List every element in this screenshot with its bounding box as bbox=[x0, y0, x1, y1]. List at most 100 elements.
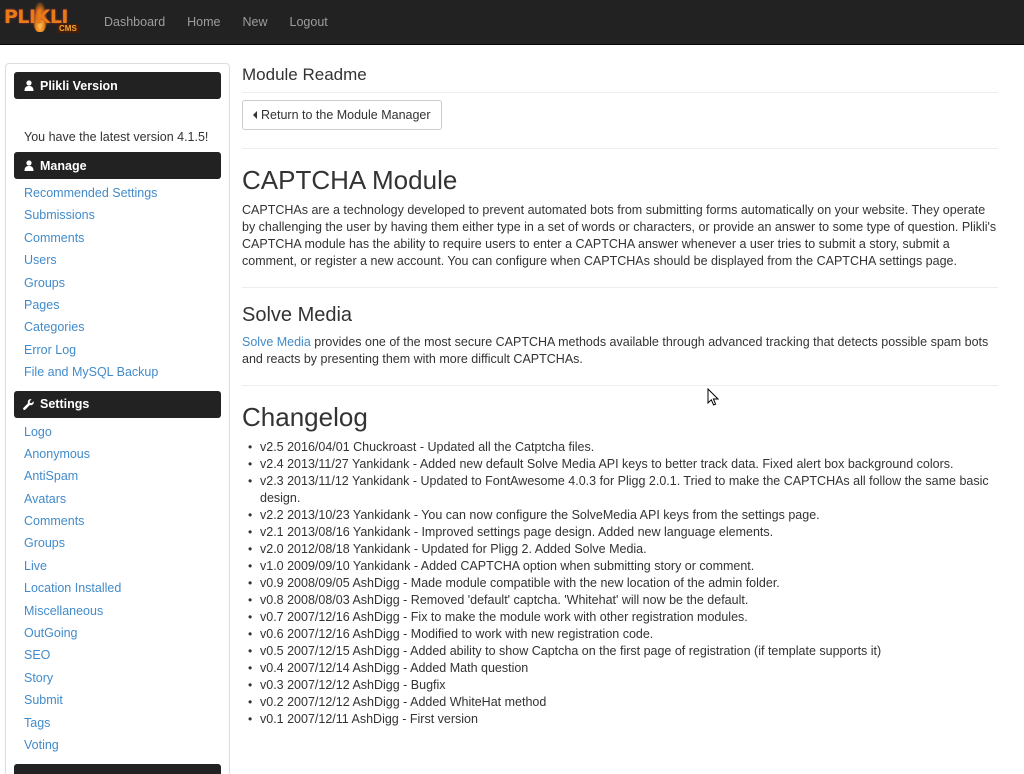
solve-media-description: Solve Media provides one of the most sec… bbox=[242, 334, 998, 368]
list-item: Miscellaneous bbox=[24, 600, 211, 622]
changelog-item: v1.0 2009/09/10 Yankidank - Added CAPTCH… bbox=[248, 558, 998, 575]
manage-users[interactable]: Users bbox=[24, 253, 57, 267]
manage-error-log[interactable]: Error Log bbox=[24, 343, 76, 357]
settings-list: Logo Anonymous AntiSpam Avatars Comments… bbox=[6, 421, 229, 757]
list-item: OutGoing bbox=[24, 622, 211, 644]
settings-outgoing[interactable]: OutGoing bbox=[24, 626, 78, 640]
list-item: File and MySQL Backup bbox=[24, 361, 211, 383]
list-item: Story bbox=[24, 667, 211, 689]
settings-avatars[interactable]: Avatars bbox=[24, 492, 66, 506]
list-item: Categories bbox=[24, 316, 211, 338]
changelog-item: v2.2 2013/10/23 Yankidank - You can now … bbox=[248, 507, 998, 524]
user-icon bbox=[23, 160, 34, 171]
changelog-item: v0.4 2007/12/14 AshDigg - Added Math que… bbox=[248, 660, 998, 677]
user-icon bbox=[23, 80, 34, 91]
settings-logo[interactable]: Logo bbox=[24, 425, 52, 439]
settings-miscellaneous[interactable]: Miscellaneous bbox=[24, 604, 103, 618]
main-content: Module Readme Return to the Module Manag… bbox=[242, 60, 998, 728]
manage-categories[interactable]: Categories bbox=[24, 320, 84, 334]
changelog-heading: Changelog bbox=[242, 402, 368, 432]
return-to-module-manager-button[interactable]: Return to the Module Manager bbox=[242, 100, 442, 130]
changelog-item: v0.3 2007/12/12 AshDigg - Bugfix bbox=[248, 677, 998, 694]
solve-media-link[interactable]: Solve Media bbox=[242, 335, 311, 349]
list-item: AntiSpam bbox=[24, 465, 211, 487]
changelog-item: v0.9 2008/09/05 AshDigg - Made module co… bbox=[248, 575, 998, 592]
list-item: Comments bbox=[24, 510, 211, 532]
settings-seo[interactable]: SEO bbox=[24, 648, 50, 662]
list-item: Avatars bbox=[24, 488, 211, 510]
changelog-item: v2.4 2013/11/27 Yankidank - Added new de… bbox=[248, 456, 998, 473]
settings-anonymous[interactable]: Anonymous bbox=[24, 447, 90, 461]
list-item: Submit bbox=[24, 689, 211, 711]
captcha-module-heading: CAPTCHA Module bbox=[242, 165, 458, 195]
next-panel-heading bbox=[14, 764, 221, 774]
list-item: Users bbox=[24, 249, 211, 271]
list-item: Groups bbox=[24, 272, 211, 294]
list-item: Logo bbox=[24, 421, 211, 443]
changelog-item: v0.2 2007/12/12 AshDigg - Added WhiteHat… bbox=[248, 694, 998, 711]
changelog-item: v0.7 2007/12/16 AshDigg - Fix to make th… bbox=[248, 609, 998, 626]
wrench-icon bbox=[23, 398, 34, 410]
solve-media-text: provides one of the most secure CAPTCHA … bbox=[242, 335, 989, 366]
caret-left-icon bbox=[253, 111, 257, 119]
settings-panel-heading: Settings bbox=[14, 390, 221, 418]
list-item: SEO bbox=[24, 644, 211, 666]
mouse-cursor-icon bbox=[707, 388, 719, 406]
list-item: Recommended Settings bbox=[24, 182, 211, 204]
settings-tags[interactable]: Tags bbox=[24, 716, 50, 730]
settings-story[interactable]: Story bbox=[24, 671, 53, 685]
list-item: Pages bbox=[24, 294, 211, 316]
settings-live[interactable]: Live bbox=[24, 559, 47, 573]
settings-submit[interactable]: Submit bbox=[24, 693, 63, 707]
divider bbox=[242, 148, 998, 149]
changelog-item: v0.1 2007/12/11 AshDigg - First version bbox=[248, 711, 998, 728]
changelog-item: v2.1 2013/08/16 Yankidank - Improved set… bbox=[248, 524, 998, 541]
manage-backup[interactable]: File and MySQL Backup bbox=[24, 365, 158, 379]
settings-panel-title: Settings bbox=[40, 397, 90, 412]
nav-logout[interactable]: Logout bbox=[279, 0, 339, 45]
nav-links: Dashboard Home New Logout bbox=[93, 0, 339, 45]
captcha-description: CAPTCHAs are a technology developed to p… bbox=[242, 203, 997, 268]
settings-location-installed[interactable]: Location Installed bbox=[24, 581, 121, 595]
changelog-item: v2.5 2016/04/01 Chuckroast - Updated all… bbox=[248, 439, 998, 456]
logo-subtext: CMS bbox=[57, 23, 79, 33]
settings-voting[interactable]: Voting bbox=[24, 738, 59, 752]
manage-panel-heading: Manage bbox=[14, 152, 221, 179]
nav-home[interactable]: Home bbox=[176, 0, 231, 45]
settings-groups[interactable]: Groups bbox=[24, 536, 65, 550]
changelog-item: v2.0 2012/08/18 Yankidank - Updated for … bbox=[248, 541, 998, 558]
nav-dashboard[interactable]: Dashboard bbox=[93, 0, 176, 45]
version-panel-title: Plikli Version bbox=[40, 78, 118, 93]
admin-sidebar: Plikli Version You have the latest versi… bbox=[5, 63, 230, 774]
manage-pages[interactable]: Pages bbox=[24, 298, 59, 312]
plikli-logo[interactable]: PLIKLI CMS bbox=[0, 0, 90, 45]
list-item: Voting bbox=[24, 734, 211, 756]
list-item: Error Log bbox=[24, 339, 211, 361]
nav-new[interactable]: New bbox=[232, 0, 279, 45]
version-panel-heading: Plikli Version bbox=[14, 72, 221, 99]
settings-antispam[interactable]: AntiSpam bbox=[24, 469, 78, 483]
version-status-text: You have the latest version 4.1.5! bbox=[24, 130, 209, 144]
list-item: Live bbox=[24, 555, 211, 577]
manage-submissions[interactable]: Submissions bbox=[24, 208, 95, 222]
list-item: Location Installed bbox=[24, 577, 211, 599]
changelog-item: v2.3 2013/11/12 Yankidank - Updated to F… bbox=[248, 473, 998, 507]
manage-recommended-settings[interactable]: Recommended Settings bbox=[24, 186, 157, 200]
list-item: Groups bbox=[24, 532, 211, 554]
page-title: Module Readme bbox=[242, 65, 367, 84]
divider bbox=[242, 287, 998, 288]
manage-comments[interactable]: Comments bbox=[24, 231, 84, 245]
changelog-list: v2.5 2016/04/01 Chuckroast - Updated all… bbox=[242, 439, 998, 728]
top-navbar: PLIKLI CMS Dashboard Home New Logout bbox=[0, 0, 1024, 45]
changelog-item: v0.8 2008/08/03 AshDigg - Removed 'defau… bbox=[248, 592, 998, 609]
solve-media-heading: Solve Media bbox=[242, 304, 353, 326]
list-item: Tags bbox=[24, 712, 211, 734]
settings-comments[interactable]: Comments bbox=[24, 514, 84, 528]
manage-panel-title: Manage bbox=[40, 158, 87, 173]
manage-groups[interactable]: Groups bbox=[24, 276, 65, 290]
return-button-label: Return to the Module Manager bbox=[261, 108, 431, 122]
divider bbox=[242, 385, 998, 386]
changelog-item: v0.5 2007/12/15 AshDigg - Added ability … bbox=[248, 643, 998, 660]
divider bbox=[242, 92, 998, 93]
list-item: Anonymous bbox=[24, 443, 211, 465]
